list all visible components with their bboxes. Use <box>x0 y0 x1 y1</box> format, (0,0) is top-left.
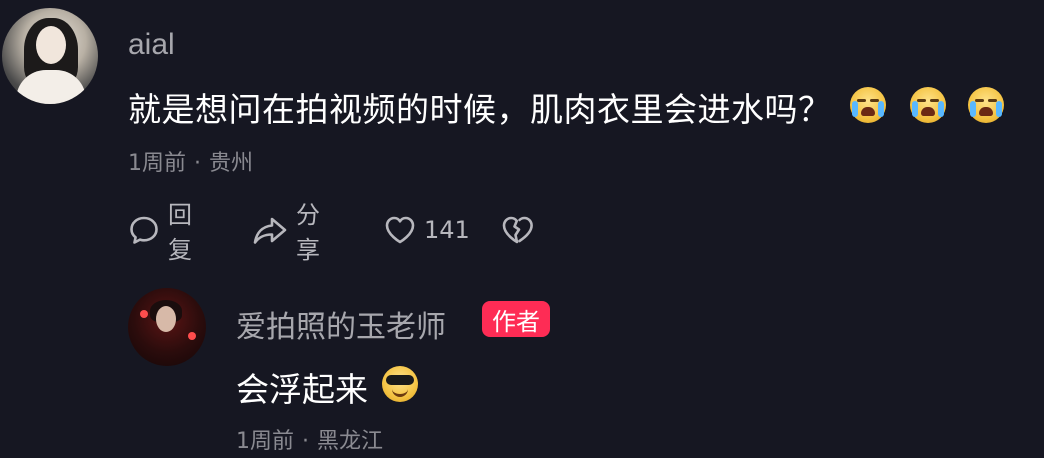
broken-heart-icon <box>500 214 534 246</box>
comment-thread: aial 就是想问在拍视频的时候，肌肉衣里会进水吗？ 1周前 · 贵州 回复 分… <box>0 0 1044 458</box>
comment-location: 贵州 <box>209 151 254 176</box>
smiling-face-with-sunglasses-icon <box>382 366 418 402</box>
reply-time: 1周前 <box>236 429 294 454</box>
loudly-crying-face-icon <box>968 87 1004 123</box>
reply-label: 回复 <box>168 201 192 264</box>
like-button[interactable]: 141 <box>384 212 470 248</box>
reply-avatar[interactable] <box>128 288 206 366</box>
dislike-button[interactable] <box>500 212 534 248</box>
reply-button[interactable]: 回复 <box>128 201 192 264</box>
share-button[interactable]: 分享 <box>252 201 320 264</box>
reply-username[interactable]: 爱拍照的玉老师 <box>236 302 446 346</box>
share-label: 分享 <box>296 201 320 264</box>
comment-meta: 1周前 · 贵州 <box>128 145 253 177</box>
loudly-crying-face-icon <box>910 87 946 123</box>
comment-username[interactable]: aial <box>128 28 175 62</box>
reply-text: 会浮起来 <box>236 370 368 409</box>
heart-icon <box>384 215 416 245</box>
comment-time: 1周前 <box>128 151 186 176</box>
reply-location: 黑龙江 <box>317 429 384 454</box>
reply-meta: 1周前 · 黑龙江 <box>236 423 383 455</box>
meta-separator: · <box>194 151 201 176</box>
avatar-face <box>36 26 66 64</box>
author-badge: 作者 <box>482 301 550 337</box>
reply-bubble-icon <box>128 214 160 246</box>
like-count: 141 <box>424 216 470 244</box>
comment-text: 就是想问在拍视频的时候，肌肉衣里会进水吗？ <box>128 90 832 129</box>
avatar[interactable] <box>2 8 98 104</box>
meta-separator: · <box>302 429 309 454</box>
loudly-crying-face-icon <box>850 87 886 123</box>
share-arrow-icon <box>252 214 288 246</box>
